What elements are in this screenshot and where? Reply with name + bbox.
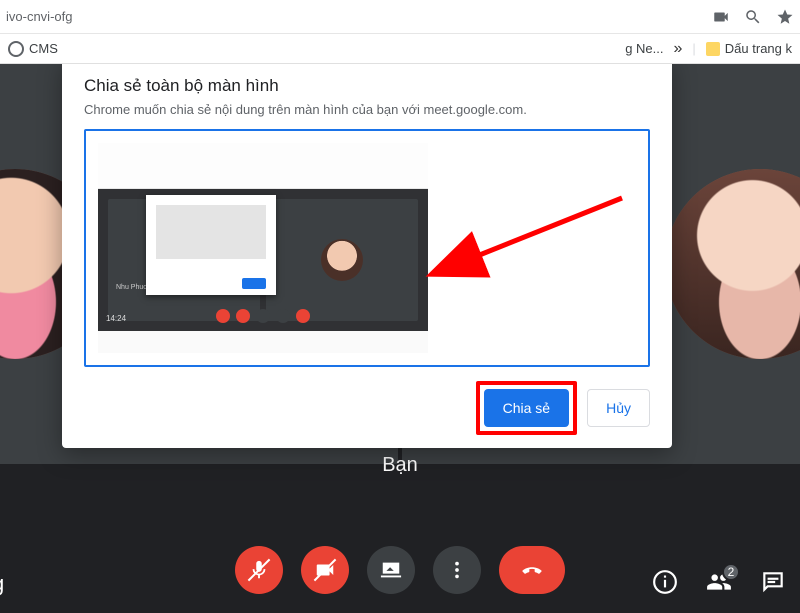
camera-icon[interactable] — [712, 8, 730, 26]
share-screen-dialog: Chia sẻ toàn bộ màn hình Chrome muốn chi… — [62, 64, 672, 448]
bookmarks-bar: CMS g Ne... » | Dấu trang k — [0, 34, 800, 64]
bookmark-label: CMS — [29, 41, 58, 56]
dialog-overlay: Chia sẻ toàn bộ màn hình Chrome muốn chi… — [0, 64, 800, 613]
bookmark-overflow[interactable]: » — [674, 40, 683, 58]
dialog-subtitle: Chrome muốn chia sẻ nội dung trên màn hì… — [84, 102, 650, 117]
share-button[interactable]: Chia sẻ — [484, 389, 569, 427]
dialog-buttons: Chia sẻ Hủy — [84, 381, 650, 435]
mini-time: 14:24 — [106, 314, 126, 323]
meet-canvas: Bạn g 2 — [0, 64, 800, 613]
annotation-arrow-icon — [462, 198, 632, 283]
screen-thumbnail: Nhu Phuong Nguyễn 14:24 — [98, 143, 428, 353]
bookmark-cms[interactable]: CMS — [8, 41, 58, 57]
folder-icon — [706, 42, 720, 56]
dialog-title: Chia sẻ toàn bộ màn hình — [84, 76, 650, 96]
nested-dialog-thumb — [146, 195, 276, 295]
search-icon[interactable] — [744, 8, 762, 26]
browser-address-bar: ivo-cnvi-ofg — [0, 0, 800, 34]
url-fragment: ivo-cnvi-ofg — [6, 9, 72, 24]
bookmark-folder-label: Dấu trang k — [725, 41, 792, 56]
bookmark-trimmed[interactable]: g Ne... — [625, 41, 663, 56]
annotation-highlight: Chia sẻ — [476, 381, 577, 435]
cancel-button[interactable]: Hủy — [587, 389, 650, 427]
bookmark-folder[interactable]: Dấu trang k — [706, 41, 792, 56]
star-icon[interactable] — [776, 8, 794, 26]
globe-icon — [8, 41, 24, 57]
